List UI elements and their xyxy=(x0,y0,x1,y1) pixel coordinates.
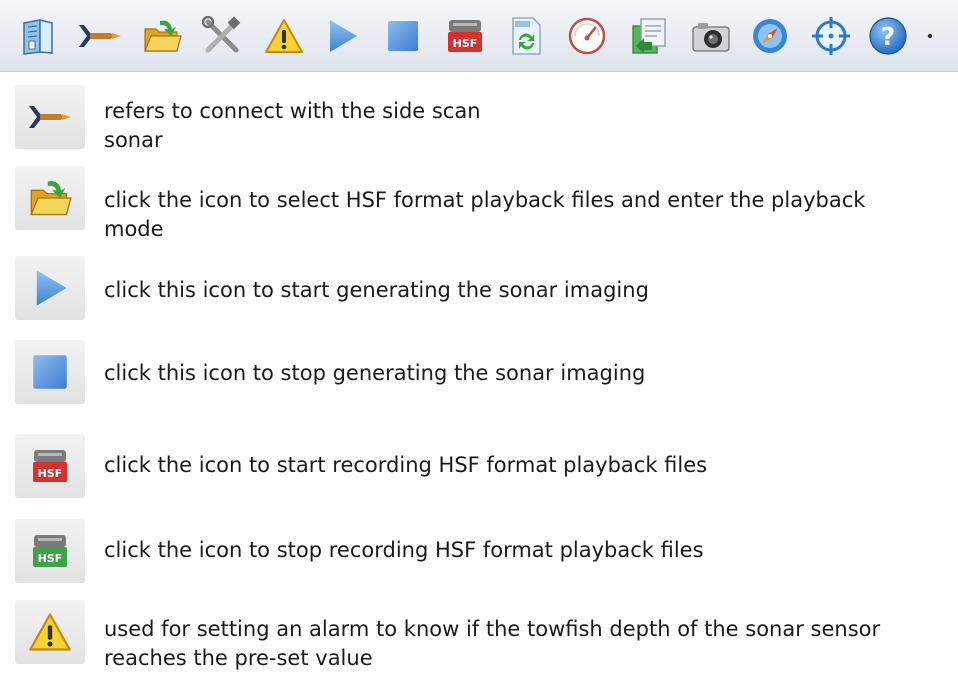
towfish-icon xyxy=(25,102,75,132)
legend-description: click the icon to select HSF format play… xyxy=(104,186,944,244)
towfish-icon xyxy=(77,21,123,51)
play-icon xyxy=(30,267,70,309)
stop-icon xyxy=(386,19,420,53)
legend-description: click the icon to start recording HSF fo… xyxy=(104,451,944,480)
hsf-record-button[interactable]: HSF xyxy=(443,13,487,59)
hsf-record-icon: HSF xyxy=(445,16,485,56)
alarm-button[interactable] xyxy=(262,13,306,59)
svg-text:?: ? xyxy=(881,22,896,51)
svg-text:HSF: HSF xyxy=(38,467,63,480)
hsf-convert-button[interactable] xyxy=(504,13,548,59)
camera-icon xyxy=(690,18,732,54)
compass-icon xyxy=(750,16,790,56)
legend-icon-box xyxy=(15,166,85,230)
legend-icon-box xyxy=(15,85,85,149)
tools-icon xyxy=(202,16,242,56)
legend-description: click this icon to stop generating the s… xyxy=(104,359,944,388)
help-icon: ? xyxy=(868,16,908,56)
stop-icon xyxy=(31,353,69,391)
legend-text-line: sonar xyxy=(104,128,163,152)
gauge-icon xyxy=(567,16,607,56)
legend-text-line: click the icon to stop recording HSF for… xyxy=(104,538,704,562)
compass-button[interactable] xyxy=(748,13,792,59)
legend-description: refers to connect with the side scan son… xyxy=(104,97,944,155)
gauge-button[interactable] xyxy=(565,13,609,59)
legend-text-line: reaches the pre-set value xyxy=(104,646,373,670)
tools-button[interactable] xyxy=(200,13,244,59)
legend-description: used for setting an alarm to know if the… xyxy=(104,615,944,673)
camera-button[interactable] xyxy=(689,13,733,59)
legend-icon-box: HSF xyxy=(15,434,85,498)
svg-text:HSF: HSF xyxy=(38,552,63,565)
legend-text-line: mode xyxy=(104,217,164,241)
legend-icon-box: HSF xyxy=(15,519,85,583)
toolbar-overflow-button[interactable] xyxy=(926,28,934,40)
svg-text:HSF: HSF xyxy=(453,37,478,50)
legend-text-line: click the icon to select HSF format play… xyxy=(104,188,866,212)
legend-description: click this icon to start generating the … xyxy=(104,276,944,305)
legend-text-line: used for setting an alarm to know if the… xyxy=(104,617,881,641)
help-button[interactable]: ? xyxy=(866,13,910,59)
book-icon xyxy=(20,17,56,55)
legend-text-line: click this icon to stop generating the s… xyxy=(104,361,646,385)
book-button[interactable] xyxy=(16,13,60,59)
legend-icon-box xyxy=(15,340,85,404)
open-folder-button[interactable] xyxy=(140,13,184,59)
legend-text-line: refers to connect with the side scan xyxy=(104,99,481,123)
dropdown-arrow-icon xyxy=(926,25,934,44)
hsf-record-start-icon: HSF xyxy=(30,446,70,486)
legend-description: click the icon to stop recording HSF for… xyxy=(104,536,944,565)
hsf-record-stop-icon: HSF xyxy=(30,531,70,571)
legend-text-line: click this icon to start generating the … xyxy=(104,278,649,302)
warning-icon xyxy=(27,611,73,653)
play-icon xyxy=(324,17,360,55)
crosshair-button[interactable] xyxy=(809,13,853,59)
open-folder-icon xyxy=(28,177,72,219)
export-button[interactable] xyxy=(627,13,671,59)
towfish-button[interactable] xyxy=(78,13,122,59)
warning-icon xyxy=(263,17,305,55)
legend-icon-box xyxy=(15,600,85,664)
legend-icon-box xyxy=(15,256,85,320)
export-icon xyxy=(630,16,668,56)
crosshair-icon xyxy=(811,16,851,56)
stop-button[interactable] xyxy=(381,13,425,59)
toolbar: HSF ? xyxy=(0,0,958,72)
play-button[interactable] xyxy=(320,13,364,59)
open-folder-icon xyxy=(142,17,182,55)
legend-text-line: click the icon to start recording HSF fo… xyxy=(104,453,708,477)
hsf-convert-icon xyxy=(509,16,543,56)
